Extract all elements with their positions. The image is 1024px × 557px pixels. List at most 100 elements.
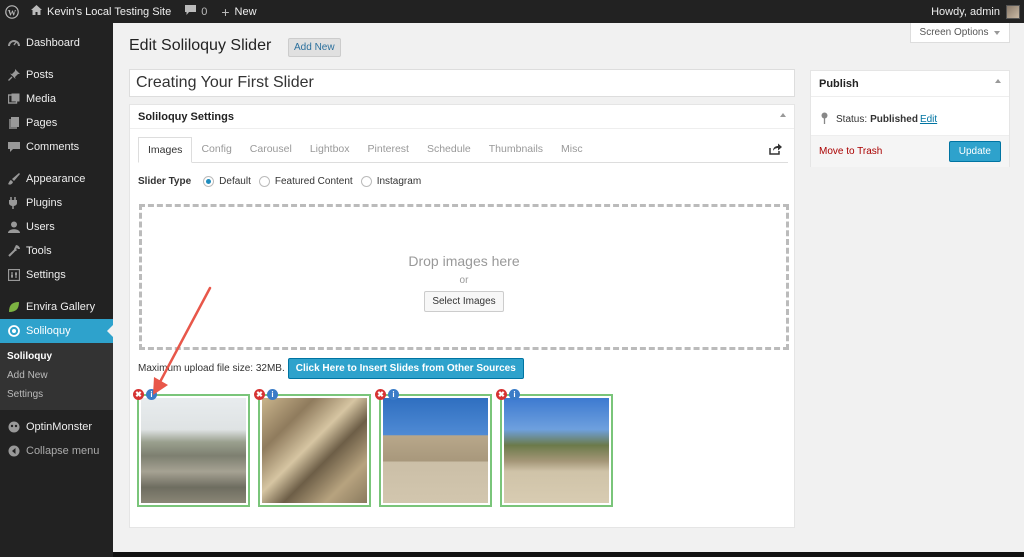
sidebar-item-label: Posts (26, 69, 54, 81)
plus-icon: + (221, 3, 230, 20)
admin-sidebar: Dashboard Posts Media Pages Comments App… (0, 23, 113, 557)
status-value: Published (870, 114, 918, 125)
collapse-menu-button[interactable]: Collapse menu (0, 439, 113, 463)
delete-slide-icon[interactable]: ✖ (496, 389, 507, 400)
radio-circle[interactable] (203, 176, 215, 187)
new-content-link[interactable]: + New (214, 0, 263, 23)
slide-thumbnail[interactable]: ✖ i (133, 389, 250, 507)
sidebar-item-posts[interactable]: Posts (0, 63, 113, 87)
wrench-icon (7, 244, 21, 258)
comments-icon (7, 140, 21, 154)
admin-bar: W Kevin's Local Testing Site 0 + New How… (0, 0, 1024, 23)
tab-thumbnails[interactable]: Thumbnails (480, 137, 552, 163)
edit-status-link[interactable]: Edit (920, 114, 937, 125)
avatar (1006, 4, 1020, 19)
sidebar-item-label: Comments (26, 141, 80, 153)
slide-thumbnail[interactable]: ✖ i (254, 389, 371, 507)
comments-count: 0 (201, 5, 208, 18)
tab-config[interactable]: Config (192, 137, 240, 163)
slider-type-row: Slider Type Default Featured Content Ins… (138, 176, 429, 187)
slide-image (504, 398, 609, 503)
info-slide-icon[interactable]: i (267, 389, 278, 400)
radio-circle[interactable] (360, 176, 372, 187)
select-images-button[interactable]: Select Images (424, 290, 504, 312)
my-account[interactable]: Howdy, admin (931, 0, 1024, 23)
share-icon[interactable] (769, 143, 782, 158)
radio-default[interactable]: Default (203, 176, 251, 187)
slide-thumbnail[interactable]: ✖ i (375, 389, 492, 507)
sidebar-item-settings[interactable]: Settings (0, 263, 113, 287)
sidebar-item-label: Pages (26, 117, 58, 129)
submenu-item-settings[interactable]: Settings (0, 385, 113, 404)
info-slide-icon[interactable]: i (146, 389, 157, 400)
insert-slides-button[interactable]: Click Here to Insert Slides from Other S… (287, 358, 524, 379)
radio-circle[interactable] (258, 176, 270, 187)
publish-heading: Publish (819, 78, 859, 90)
home-icon (31, 5, 42, 18)
delete-slide-icon[interactable]: ✖ (254, 389, 265, 400)
sidebar-item-soliloquy[interactable]: Soliloquy (0, 319, 113, 343)
submenu-item-add-new[interactable]: Add New (0, 366, 113, 385)
settings-box-header[interactable]: Soliloquy Settings (130, 105, 794, 129)
caret-down-icon (994, 30, 1001, 35)
sidebar-item-comments[interactable]: Comments (0, 135, 113, 159)
slide-image (383, 398, 488, 503)
slide-actions: ✖ i (254, 389, 278, 400)
move-to-trash-link[interactable]: Move to Trash (819, 146, 882, 157)
comments-link[interactable]: 0 (178, 0, 214, 23)
leaf-icon (7, 300, 21, 314)
publish-box-header[interactable]: Publish (811, 71, 1009, 97)
site-name-link[interactable]: Kevin's Local Testing Site (24, 0, 178, 23)
new-label: New (234, 5, 257, 18)
wordpress-logo-icon[interactable]: W (0, 0, 24, 23)
comment-bubble-icon (185, 5, 197, 18)
max-upload-text: Maximum upload file size: 32MB. (138, 363, 285, 374)
sidebar-item-users[interactable]: Users (0, 215, 113, 239)
sidebar-item-plugins[interactable]: Plugins (0, 191, 113, 215)
sidebar-item-label: Plugins (26, 197, 63, 209)
sidebar-item-media[interactable]: Media (0, 87, 113, 111)
howdy-label: Howdy, admin (931, 5, 1000, 18)
status-label: Status: (836, 114, 868, 125)
pin-icon (821, 112, 828, 127)
soliloquy-submenu: Soliloquy Add New Settings (0, 343, 113, 410)
tab-misc[interactable]: Misc (552, 137, 592, 163)
tab-schedule[interactable]: Schedule (418, 137, 480, 163)
sidebar-item-label: Collapse menu (26, 445, 100, 457)
add-new-button[interactable]: Add New (288, 38, 341, 57)
tab-pinterest[interactable]: Pinterest (359, 137, 418, 163)
dashboard-icon (7, 36, 21, 50)
collapse-arrow-icon[interactable] (780, 113, 786, 117)
settings-heading: Soliloquy Settings (138, 111, 234, 123)
sidebar-item-optinmonster[interactable]: OptinMonster (0, 415, 113, 439)
slide-thumbnail[interactable]: ✖ i (496, 389, 613, 507)
info-slide-icon[interactable]: i (509, 389, 520, 400)
tab-lightbox[interactable]: Lightbox (301, 137, 359, 163)
publish-actions: Move to Trash Update (811, 135, 1009, 167)
radio-featured-content[interactable]: Featured Content (258, 176, 353, 187)
delete-slide-icon[interactable]: ✖ (133, 389, 144, 400)
image-dropzone[interactable]: Drop images here or Select Images (139, 204, 789, 350)
upload-row: Maximum upload file size: 32MB. Click He… (138, 358, 524, 379)
info-slide-icon[interactable]: i (388, 389, 399, 400)
sidebar-item-appearance[interactable]: Appearance (0, 167, 113, 191)
collapse-arrow-icon[interactable] (995, 79, 1001, 83)
sidebar-item-label: Tools (26, 245, 52, 257)
sidebar-item-envira-gallery[interactable]: Envira Gallery (0, 295, 113, 319)
sidebar-item-label: Envira Gallery (26, 301, 96, 313)
post-title-input[interactable]: Creating Your First Slider (129, 69, 795, 97)
slide-image (262, 398, 367, 503)
tab-carousel[interactable]: Carousel (241, 137, 301, 163)
sidebar-item-dashboard[interactable]: Dashboard (0, 31, 113, 55)
sidebar-item-tools[interactable]: Tools (0, 239, 113, 263)
submenu-item-soliloquy[interactable]: Soliloquy (0, 347, 113, 366)
sidebar-item-label: Settings (26, 269, 66, 281)
tab-images[interactable]: Images (138, 137, 193, 163)
radio-instagram[interactable]: Instagram (360, 176, 421, 187)
screen-options-button[interactable]: Screen Options (910, 23, 1010, 43)
slide-actions: ✖ i (375, 389, 399, 400)
delete-slide-icon[interactable]: ✖ (375, 389, 386, 400)
soliloquy-settings-box: Soliloquy Settings Images Config Carouse… (129, 104, 795, 528)
sidebar-item-pages[interactable]: Pages (0, 111, 113, 135)
update-button[interactable]: Update (948, 141, 1001, 162)
